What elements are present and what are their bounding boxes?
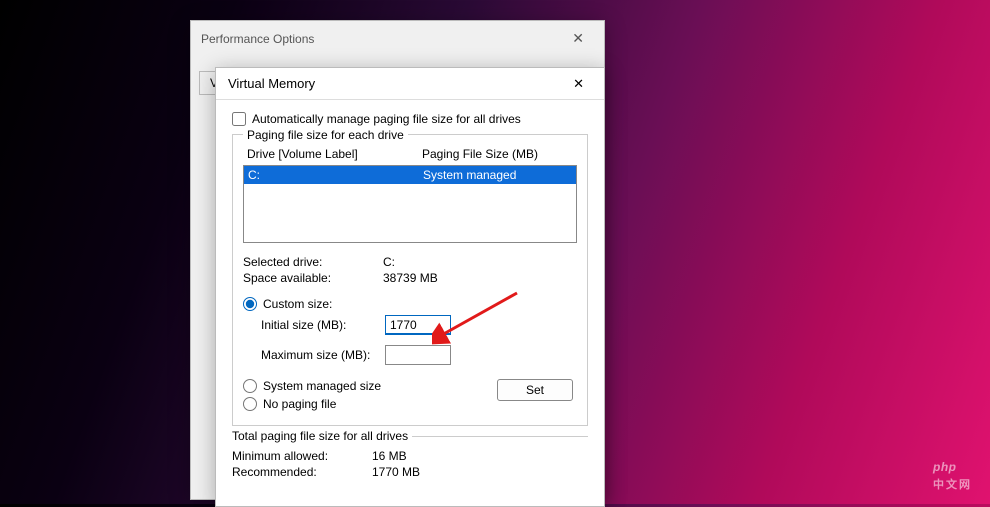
- custom-size-label[interactable]: Custom size:: [263, 297, 332, 311]
- perf-titlebar: Performance Options ✕: [191, 21, 604, 56]
- system-managed-radio[interactable]: [243, 379, 257, 393]
- initial-size-input[interactable]: [385, 315, 451, 335]
- paging-group-label: Paging file size for each drive: [243, 128, 408, 142]
- no-paging-label[interactable]: No paging file: [263, 397, 336, 411]
- minimum-allowed-value: 16 MB: [372, 449, 407, 463]
- drive-list[interactable]: C: System managed: [243, 165, 577, 243]
- vm-title: Virtual Memory: [228, 76, 315, 91]
- drive-row-drive: C:: [248, 168, 423, 182]
- watermark-sub: 中文网: [933, 476, 972, 492]
- perf-close-button[interactable]: ✕: [562, 26, 594, 51]
- initial-size-label: Initial size (MB):: [261, 318, 377, 332]
- maximum-size-input[interactable]: [385, 345, 451, 365]
- auto-manage-checkbox[interactable]: [232, 112, 246, 126]
- total-group-label: Total paging file size for all drives: [228, 429, 412, 443]
- perf-title: Performance Options: [201, 32, 314, 46]
- space-available-value: 38739 MB: [383, 271, 438, 285]
- selected-drive-label: Selected drive:: [243, 255, 383, 269]
- selected-drive-value: C:: [383, 255, 395, 269]
- vm-close-button[interactable]: ✕: [565, 72, 592, 96]
- drive-header-col2: Paging File Size (MB): [422, 147, 538, 161]
- virtual-memory-dialog: Virtual Memory ✕ Automatically manage pa…: [215, 67, 605, 507]
- vm-titlebar: Virtual Memory ✕: [216, 68, 604, 100]
- drive-list-header: Drive [Volume Label] Paging File Size (M…: [243, 145, 577, 163]
- auto-manage-label[interactable]: Automatically manage paging file size fo…: [252, 112, 521, 126]
- recommended-value: 1770 MB: [372, 465, 420, 479]
- space-available-label: Space available:: [243, 271, 383, 285]
- drive-row-paging: System managed: [423, 168, 516, 182]
- recommended-label: Recommended:: [232, 465, 372, 479]
- total-paging-group: Total paging file size for all drives Mi…: [232, 436, 588, 479]
- paging-per-drive-group: Paging file size for each drive Drive [V…: [232, 134, 588, 426]
- maximum-size-label: Maximum size (MB):: [261, 348, 377, 362]
- watermark: php 中文网: [933, 455, 972, 492]
- drive-header-col1: Drive [Volume Label]: [247, 147, 422, 161]
- system-managed-label[interactable]: System managed size: [263, 379, 381, 393]
- minimum-allowed-label: Minimum allowed:: [232, 449, 372, 463]
- drive-row-c[interactable]: C: System managed: [244, 166, 576, 184]
- no-paging-radio[interactable]: [243, 397, 257, 411]
- watermark-brand: php: [933, 460, 957, 474]
- custom-size-radio[interactable]: [243, 297, 257, 311]
- set-button[interactable]: Set: [497, 379, 573, 401]
